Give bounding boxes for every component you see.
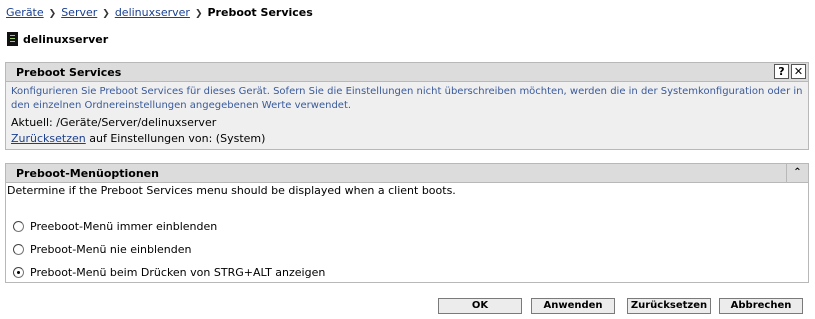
page-title: delinuxserver: [7, 32, 108, 46]
panel-title: Preboot-Menüoptionen: [16, 167, 159, 180]
reset-line: Zurücksetzen auf Einstellungen von: (Sys…: [11, 132, 803, 145]
option-always-show[interactable]: Preeboot-Menü immer einblenden: [13, 215, 808, 238]
help-icon[interactable]: ?: [774, 64, 789, 79]
option-never-show[interactable]: Preboot-Menü nie einblenden: [13, 238, 808, 261]
chevron-right-icon: ❯: [194, 9, 203, 19]
action-buttons: OK Anwenden Zurücksetzen Abbrechen: [0, 298, 815, 314]
breadcrumb-current: Preboot Services: [207, 6, 313, 19]
reset-suffix: auf Einstellungen von: (System): [89, 132, 266, 145]
option-show-on-ctrl-alt[interactable]: Preboot-Menü beim Drücken von STRG+ALT a…: [13, 261, 808, 284]
panel-header: Preboot-Menüoptionen ⌃: [6, 164, 808, 183]
breadcrumb: Geräte ❯ Server ❯ delinuxserver ❯ Preboot Serv…: [6, 6, 313, 19]
option-label: Preeboot-Menü immer einblenden: [30, 220, 218, 233]
close-icon[interactable]: ✕: [791, 64, 806, 79]
reset-link[interactable]: Zurücksetzen: [11, 132, 86, 145]
radio-group: Preeboot-Menü immer einblenden Preboot-M…: [6, 215, 808, 284]
option-label: Preboot-Menü beim Drücken von STRG+ALT a…: [30, 266, 326, 279]
panel-title: Preboot Services: [16, 66, 122, 79]
current-label: Aktuell:: [11, 116, 53, 129]
apply-button[interactable]: Anwenden: [531, 298, 615, 314]
panel-description: Konfigurieren Sie Preboot Services für d…: [11, 86, 803, 111]
collapse-icon[interactable]: ⌃: [786, 164, 808, 183]
breadcrumb-link-devices[interactable]: Geräte: [6, 6, 44, 19]
panel-tools: ? ✕: [774, 64, 806, 79]
chevron-right-icon: ❯: [102, 9, 110, 19]
server-name: delinuxserver: [23, 32, 109, 46]
ok-button[interactable]: OK: [438, 298, 522, 314]
reset-button[interactable]: Zurücksetzen: [627, 298, 711, 314]
current-path-line: Aktuell: /Geräte/Server/delinuxserver: [11, 116, 803, 129]
panel-header: Preboot Services ? ✕: [6, 63, 808, 82]
breadcrumb-link-delinuxserver[interactable]: delinuxserver: [115, 6, 190, 19]
preboot-services-panel: Preboot Services ? ✕ Konfigurieren Sie P…: [5, 62, 809, 150]
preboot-menu-options-panel: Preboot-Menüoptionen ⌃ Determine if the …: [5, 163, 809, 283]
radio-button[interactable]: [13, 244, 24, 255]
cancel-button[interactable]: Abbrechen: [719, 298, 803, 314]
chevron-right-icon: ❯: [48, 9, 57, 19]
breadcrumb-link-server[interactable]: Server: [61, 6, 97, 19]
instruction-text: Determine if the Preboot Services menu s…: [7, 184, 456, 197]
server-icon: [7, 32, 18, 46]
radio-button[interactable]: [13, 221, 24, 232]
radio-button-selected[interactable]: [13, 267, 24, 278]
option-label: Preboot-Menü nie einblenden: [30, 243, 192, 256]
current-value: /Geräte/Server/delinuxserver: [56, 116, 217, 129]
panel-body: Konfigurieren Sie Preboot Services für d…: [6, 82, 808, 149]
